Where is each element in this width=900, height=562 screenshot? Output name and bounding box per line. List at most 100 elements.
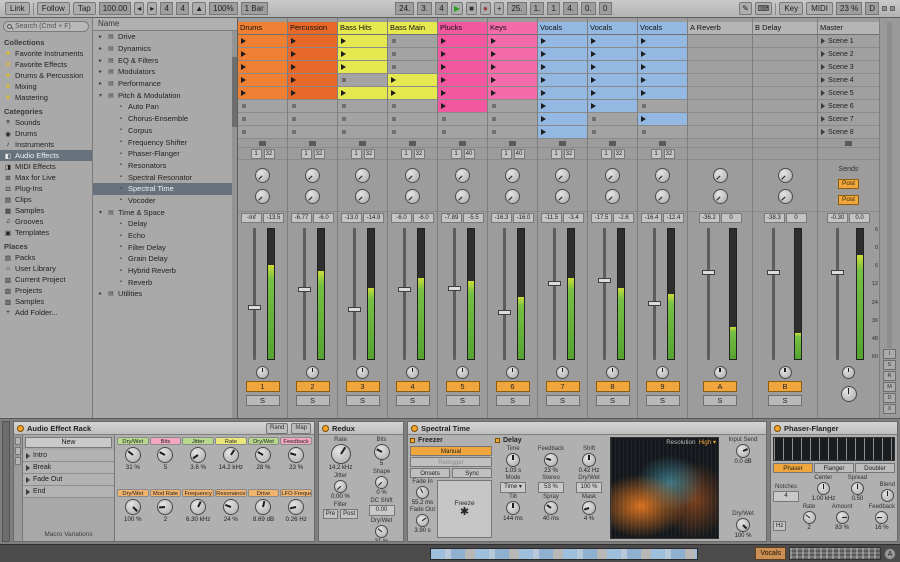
triangle-down-icon[interactable]: ▾: [97, 209, 104, 216]
tree-item-spectral-resonator[interactable]: ▪ Spectral Resonator: [93, 171, 237, 183]
search-input[interactable]: Search (Cmd + F): [3, 21, 89, 32]
scrollbar-thumb[interactable]: [232, 57, 237, 127]
fader-value[interactable]: -12.4: [663, 213, 684, 223]
clip-slot[interactable]: [438, 48, 487, 61]
clip-slot[interactable]: [588, 74, 637, 87]
clip-slot[interactable]: [238, 35, 287, 48]
fader-handle[interactable]: [297, 287, 311, 293]
solo-button[interactable]: S: [768, 395, 802, 406]
tree-item-time-space[interactable]: ▾ ▤ Time & Space: [93, 206, 237, 218]
pan-knob[interactable]: [713, 365, 727, 379]
amount-knob[interactable]: [835, 511, 849, 524]
fader-value[interactable]: -2.6: [613, 213, 634, 223]
triangle-right-icon[interactable]: ▸: [97, 33, 104, 40]
sidebar-item-max-for-live[interactable]: ⊞ Max for Live: [0, 172, 92, 183]
fader-value[interactable]: -14.9: [363, 213, 384, 223]
device-title-bar[interactable]: Audio Effect Rack Rand Map: [14, 422, 314, 435]
scene-slot[interactable]: Scene 4: [818, 74, 879, 87]
clip-slot[interactable]: [388, 74, 437, 87]
tree-item-pitch-modulation[interactable]: ▾ ▤ Pitch & Modulation: [93, 89, 237, 101]
fader-handle[interactable]: [497, 309, 511, 315]
clip-slot[interactable]: [288, 61, 337, 74]
tree-item-drive[interactable]: ▸ ▤ Drive: [93, 31, 237, 43]
stop-all-clips-button[interactable]: [845, 140, 852, 146]
track-activator[interactable]: 5: [445, 381, 480, 392]
draw-mode-icon[interactable]: ✎: [739, 2, 752, 15]
track-activator[interactable]: 2: [295, 381, 330, 392]
sidebar-item-drums-percussion[interactable]: ■ Drums & Percussion: [0, 70, 92, 81]
tree-item-reverb[interactable]: ▪ Reverb: [93, 276, 237, 288]
solo-button[interactable]: S: [545, 395, 580, 406]
mixer-toggle-i[interactable]: I: [883, 349, 896, 359]
empty-clip-slot[interactable]: [288, 126, 337, 139]
sidebar-item-instruments[interactable]: ♪ Instruments: [0, 139, 92, 150]
play-button[interactable]: ▶: [450, 2, 464, 15]
lfo-frequency-knob[interactable]: [288, 498, 305, 515]
clip-slot[interactable]: [438, 61, 487, 74]
triangle-right-icon[interactable]: ▸: [97, 68, 104, 75]
field-value[interactable]: 100 %: [576, 482, 602, 493]
track-header[interactable]: B Delay: [753, 22, 817, 35]
frequency-knob[interactable]: [190, 498, 207, 515]
sidebar-item-user-library[interactable]: ⌂ User Library: [0, 263, 92, 274]
pan-knob[interactable]: [556, 365, 569, 379]
sidebar-item-add-folder[interactable]: + Add Folder...: [0, 307, 92, 318]
fader-track[interactable]: [647, 228, 661, 360]
fader-handle[interactable]: [597, 278, 611, 284]
sidebar-item-grooves[interactable]: ♫ Grooves: [0, 216, 92, 227]
session-overview[interactable]: [789, 547, 881, 560]
post-toggle-0[interactable]: Post: [837, 179, 859, 189]
tree-item-utilities[interactable]: ▸ ▤ Utilities: [93, 288, 237, 300]
tree-item-performance[interactable]: ▸ ▤ Performance: [93, 78, 237, 90]
loop-start-bars[interactable]: 25.: [507, 2, 527, 15]
midi-map-button[interactable]: MIDI: [806, 2, 833, 15]
stop-all-clips-button[interactable]: [609, 140, 616, 146]
tree-item-frequency-shifter[interactable]: ▪ Frequency Shifter: [93, 136, 237, 148]
tab-phaser[interactable]: Phaser: [773, 463, 813, 473]
shift-knob[interactable]: [582, 453, 596, 467]
device-activator-icon[interactable]: [411, 424, 418, 432]
dry-wet-knob[interactable]: [736, 518, 750, 532]
rate-mode-toggle[interactable]: Hz: [773, 521, 787, 531]
empty-clip-slot[interactable]: [588, 113, 637, 126]
empty-clip-slot[interactable]: [438, 113, 487, 126]
tree-item-filter-delay[interactable]: ▪ Filter Delay: [93, 241, 237, 253]
fader-track[interactable]: [702, 228, 716, 360]
stop-all-clips-button[interactable]: [559, 140, 566, 146]
solo-button[interactable]: S: [703, 395, 737, 406]
clip-slot[interactable]: [488, 48, 537, 61]
scene-slot[interactable]: Scene 7: [818, 113, 879, 126]
feedback-knob[interactable]: [544, 453, 558, 467]
empty-clip-slot[interactable]: [488, 113, 537, 126]
device-view-selector[interactable]: [2, 421, 10, 542]
clip-slot[interactable]: [638, 35, 687, 48]
fader-track[interactable]: [597, 228, 611, 360]
sidebar-item-audio-effects[interactable]: ◧ Audio Effects: [0, 150, 92, 161]
variation-launch-icon[interactable]: [26, 452, 30, 459]
pan-knob[interactable]: [606, 365, 619, 379]
variation-row-fade-out[interactable]: Fade Out: [23, 474, 114, 486]
fade-out-knob[interactable]: [416, 514, 429, 527]
spread-knob[interactable]: [850, 482, 864, 495]
tree-item-modulators[interactable]: ▸ ▤ Modulators: [93, 66, 237, 78]
shape-knob[interactable]: [374, 476, 388, 489]
tree-item-delay[interactable]: ▪ Delay: [93, 218, 237, 230]
clip-slot[interactable]: [588, 100, 637, 113]
sidebar-item-clips[interactable]: ▤ Clips: [0, 194, 92, 205]
send-b-knob[interactable]: [605, 188, 620, 204]
stop-button[interactable]: ■: [466, 2, 477, 15]
freeze-mode-manual[interactable]: Manual: [410, 446, 492, 456]
clip-slot[interactable]: [238, 87, 287, 100]
triangle-right-icon[interactable]: ▸: [97, 290, 104, 297]
track-header[interactable]: Bass Hits: [338, 22, 387, 35]
send-b-knob[interactable]: [655, 188, 670, 204]
empty-clip-slot[interactable]: [238, 100, 287, 113]
rate-knob[interactable]: [330, 444, 351, 464]
tab-doubler[interactable]: Doubler: [855, 463, 895, 473]
overdub-button[interactable]: +: [493, 2, 505, 15]
field-value[interactable]: 53 %: [538, 482, 564, 493]
stop-all-clips-button[interactable]: [259, 140, 266, 146]
record-button[interactable]: ●: [479, 2, 491, 15]
fader-track[interactable]: [297, 228, 311, 360]
clip-slot[interactable]: [238, 61, 287, 74]
